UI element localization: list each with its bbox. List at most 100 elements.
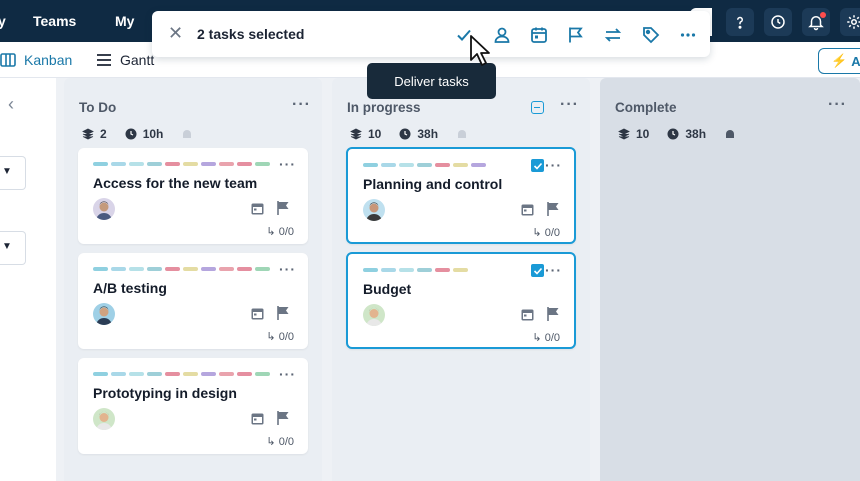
avatar[interactable] bbox=[363, 304, 385, 326]
card-checkbox[interactable] bbox=[531, 159, 544, 172]
column-complete: Complete ··· 10 38h bbox=[600, 78, 860, 481]
clock-icon bbox=[667, 128, 679, 140]
subtasks-value: 0/0 bbox=[278, 436, 294, 448]
task-card-selected[interactable]: ··· Budget ↳ 0/0 bbox=[346, 252, 576, 349]
subtasks-value: 0/0 bbox=[278, 331, 294, 343]
card-checkbox[interactable] bbox=[531, 264, 544, 277]
flag-icon[interactable] bbox=[547, 202, 560, 216]
tag-strip bbox=[93, 267, 270, 271]
column-stats: 10 38h bbox=[350, 127, 468, 141]
clock-icon bbox=[125, 128, 137, 140]
flag-icon[interactable] bbox=[277, 201, 290, 215]
subtasks-counter: ↳ 0/0 bbox=[266, 436, 294, 448]
calendar-icon[interactable] bbox=[251, 412, 264, 425]
tab-gantt[interactable]: Gantt bbox=[96, 52, 154, 68]
calendar-icon[interactable] bbox=[521, 203, 534, 216]
task-card[interactable]: ··· Prototyping in design ↳ 0/0 bbox=[78, 358, 308, 454]
notification-dot bbox=[820, 12, 826, 18]
chevron-down-icon: ▼ bbox=[2, 241, 12, 252]
card-title: Budget bbox=[363, 281, 412, 297]
left-panel: ‹ ▼ ▼ bbox=[0, 78, 56, 481]
tag-strip bbox=[363, 163, 486, 167]
avatar[interactable] bbox=[363, 199, 385, 221]
automation-button[interactable]: ⚡ A bbox=[818, 48, 860, 74]
hours-total: 10h bbox=[142, 127, 164, 141]
card-more-icon[interactable]: ··· bbox=[279, 156, 296, 172]
column-more-icon[interactable]: ··· bbox=[560, 96, 579, 114]
layers-icon bbox=[618, 128, 630, 140]
set-date-button[interactable] bbox=[528, 24, 550, 46]
column-more-icon[interactable]: ··· bbox=[292, 96, 311, 114]
select-all-toggle[interactable] bbox=[531, 101, 544, 114]
task-card-selected[interactable]: ··· Planning and control ↳ 0/0 bbox=[346, 147, 576, 244]
tag-strip bbox=[93, 372, 270, 376]
left-dropdown-1[interactable]: ▼ bbox=[0, 156, 26, 190]
task-count: 10 bbox=[636, 127, 650, 141]
automation-button-label: A bbox=[851, 53, 860, 69]
subtasks-value: 0/0 bbox=[278, 226, 294, 238]
flag-icon[interactable] bbox=[277, 411, 290, 425]
subtasks-value: 0/0 bbox=[544, 332, 560, 344]
tab-gantt-label: Gantt bbox=[120, 52, 155, 68]
check-icon bbox=[533, 162, 542, 170]
flag-icon[interactable] bbox=[547, 307, 560, 321]
history-icon[interactable] bbox=[764, 8, 792, 36]
check-icon bbox=[533, 267, 542, 275]
subtasks-counter: ↳ 0/0 bbox=[266, 331, 294, 343]
bell-muted-icon bbox=[458, 130, 467, 138]
nav-item-partial[interactable]: y bbox=[0, 13, 6, 29]
set-priority-button[interactable] bbox=[565, 24, 587, 46]
column-title: Complete bbox=[615, 100, 677, 115]
task-card[interactable]: ··· Access for the new team ↳ 0/0 bbox=[78, 148, 308, 244]
card-more-icon[interactable]: ··· bbox=[279, 261, 296, 277]
close-icon[interactable]: ✕ bbox=[168, 23, 183, 44]
calendar-icon[interactable] bbox=[251, 202, 264, 215]
card-title: Access for the new team bbox=[93, 175, 258, 191]
card-title: A/B testing bbox=[93, 280, 167, 296]
bell-muted-icon bbox=[183, 130, 192, 138]
subtasks-value: 0/0 bbox=[544, 227, 560, 239]
assign-user-button[interactable] bbox=[491, 24, 513, 46]
card-more-icon[interactable]: ··· bbox=[545, 157, 562, 173]
bell-icon bbox=[726, 130, 735, 138]
card-more-icon[interactable]: ··· bbox=[545, 262, 562, 278]
avatar[interactable] bbox=[93, 303, 115, 325]
avatar[interactable] bbox=[93, 198, 115, 220]
hours-total: 38h bbox=[685, 127, 707, 141]
clock-icon bbox=[399, 128, 411, 140]
column-title: To Do bbox=[79, 100, 117, 115]
layers-icon bbox=[350, 128, 362, 140]
card-more-icon[interactable]: ··· bbox=[279, 366, 296, 382]
nav-item-my[interactable]: My bbox=[115, 13, 134, 29]
nav-item-teams[interactable]: Teams bbox=[33, 13, 76, 29]
calendar-icon[interactable] bbox=[521, 308, 534, 321]
layers-icon bbox=[82, 128, 94, 140]
bell-icon[interactable] bbox=[802, 8, 830, 36]
chevron-down-icon: ▼ bbox=[2, 166, 12, 177]
tooltip: Deliver tasks bbox=[367, 63, 496, 99]
task-card[interactable]: ··· A/B testing ↳ 0/0 bbox=[78, 253, 308, 349]
tab-kanban[interactable]: Kanban bbox=[0, 52, 72, 68]
help-icon[interactable] bbox=[726, 8, 754, 36]
move-tasks-button[interactable] bbox=[602, 24, 624, 46]
subtasks-counter: ↳ 0/0 bbox=[532, 332, 560, 344]
tag-strip bbox=[93, 162, 270, 166]
calendar-icon bbox=[531, 27, 547, 43]
tab-kanban-label: Kanban bbox=[24, 52, 73, 68]
calendar-icon[interactable] bbox=[251, 307, 264, 320]
settings-icon[interactable] bbox=[840, 8, 860, 36]
collapse-panel-icon[interactable]: ‹ bbox=[8, 94, 14, 115]
more-actions-button[interactable] bbox=[677, 24, 699, 46]
tag-icon bbox=[643, 27, 660, 44]
flag-icon bbox=[569, 27, 583, 43]
avatar[interactable] bbox=[93, 408, 115, 430]
gantt-icon bbox=[97, 54, 111, 66]
column-more-icon[interactable]: ··· bbox=[828, 96, 847, 114]
subtasks-counter: ↳ 0/0 bbox=[532, 227, 560, 239]
add-tag-button[interactable] bbox=[640, 24, 662, 46]
flag-icon[interactable] bbox=[277, 306, 290, 320]
task-count: 10 bbox=[368, 127, 382, 141]
more-icon bbox=[680, 33, 696, 37]
column-in-progress: In progress ··· 10 38h ··· Planning and … bbox=[332, 78, 590, 481]
left-dropdown-2[interactable]: ▼ bbox=[0, 231, 26, 265]
